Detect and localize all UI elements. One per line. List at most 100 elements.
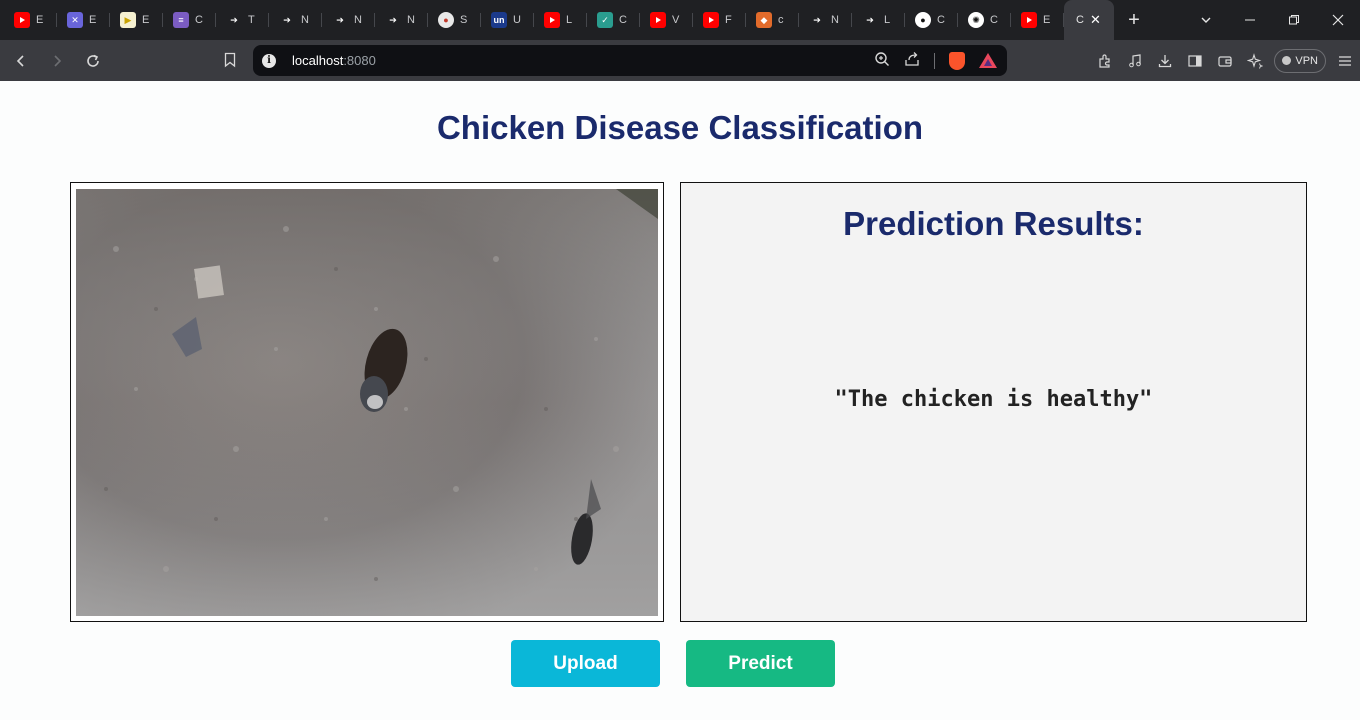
browser-tab[interactable]: ● C xyxy=(905,0,958,40)
site-info-icon[interactable]: i xyxy=(262,53,276,68)
upload-button[interactable]: Upload xyxy=(511,640,660,687)
tab-label: C xyxy=(195,14,203,26)
url-text[interactable]: localhost:8080 xyxy=(292,53,376,68)
bookmark-icon[interactable] xyxy=(221,50,239,70)
flame-icon: ◆ xyxy=(756,12,772,28)
arrow-logo-icon: ➔ xyxy=(389,14,397,25)
tab-label: F xyxy=(725,14,732,26)
predict-button[interactable]: Predict xyxy=(686,640,835,687)
tab-label: U xyxy=(513,14,521,26)
tab-label: L xyxy=(884,14,891,26)
new-tab-icon[interactable]: + xyxy=(1114,0,1154,40)
menu-icon[interactable] xyxy=(1330,46,1360,76)
tab-label: N xyxy=(831,14,839,26)
youtube-icon xyxy=(650,12,666,28)
arrow-logo-icon: ➔ xyxy=(230,14,238,25)
browser-tab[interactable]: ≡ C xyxy=(163,0,216,40)
browser-tab[interactable]: ▶ E xyxy=(110,0,163,40)
tab-label: C xyxy=(619,14,627,26)
address-bar[interactable]: i localhost:8080 xyxy=(253,45,1007,76)
sidebar-icon[interactable] xyxy=(1180,46,1210,76)
vpn-status-icon xyxy=(1282,56,1292,65)
minimize-icon[interactable] xyxy=(1228,0,1272,40)
browser-toolbar: i localhost:8080 VPN xyxy=(0,40,1360,81)
youtube-icon xyxy=(544,12,560,28)
tab-label: E xyxy=(89,14,97,26)
forward-icon[interactable] xyxy=(42,46,72,76)
panda-icon: ● xyxy=(438,12,454,28)
browser-tab[interactable]: E xyxy=(4,0,57,40)
youtube-icon xyxy=(14,12,30,28)
vpn-button[interactable]: VPN xyxy=(1274,48,1326,73)
url-host: localhost xyxy=(292,53,344,68)
toolbar-right-tools: VPN xyxy=(1090,40,1360,81)
arrow-logo-icon: ➔ xyxy=(866,14,874,25)
url-port: :8080 xyxy=(343,53,376,68)
download-icon[interactable] xyxy=(1150,46,1180,76)
check-circle-icon: ✓ xyxy=(597,12,613,28)
browser-tab[interactable]: ➔ N xyxy=(269,0,322,40)
brave-rewards-icon[interactable] xyxy=(979,53,997,68)
browser-tab[interactable]: ➔ N xyxy=(799,0,852,40)
prediction-output: "The chicken is healthy" xyxy=(834,387,1153,412)
browser-tab[interactable]: V xyxy=(640,0,693,40)
youtube-icon xyxy=(703,12,719,28)
tab-label: N xyxy=(354,14,362,26)
uploaded-chicken-image xyxy=(76,189,658,616)
browser-tab[interactable]: ◆ c xyxy=(746,0,799,40)
browser-tab[interactable]: ➔ N xyxy=(322,0,375,40)
address-bar-actions xyxy=(874,45,997,76)
tab-label: E xyxy=(142,14,150,26)
arrow-logo-icon: ➔ xyxy=(813,14,821,25)
tab-label: C xyxy=(990,14,998,26)
wallet-icon[interactable] xyxy=(1210,46,1240,76)
omnibox-divider xyxy=(934,52,935,69)
tab-label: N xyxy=(407,14,415,26)
browser-tab[interactable]: un U xyxy=(481,0,534,40)
browser-tab[interactable]: L xyxy=(534,0,587,40)
browser-tab[interactable]: E xyxy=(1011,0,1064,40)
active-browser-tab[interactable]: C ✕ xyxy=(1064,0,1114,40)
browser-tab[interactable]: ✺ C xyxy=(958,0,1011,40)
tab-label: c xyxy=(778,14,784,26)
zoom-icon[interactable] xyxy=(874,51,890,70)
tab-label: N xyxy=(301,14,309,26)
un-logo-icon: un xyxy=(491,12,507,28)
excalidraw-icon: ✕ xyxy=(67,12,83,28)
tab-label: E xyxy=(1043,14,1051,26)
openai-icon: ✺ xyxy=(968,12,984,28)
tab-list: E ✕ E ▶ E ≡ C ➔ T ➔ N ➔ N ➔ N ● Sun U L ✓ C V F ◆ c ➔ N ➔ L ● C ✺ C E C ✕ + xyxy=(0,0,1154,40)
image-preview-panel xyxy=(70,182,664,622)
tab-label: S xyxy=(460,14,468,26)
restore-icon[interactable] xyxy=(1272,0,1316,40)
close-window-icon[interactable] xyxy=(1316,0,1360,40)
share-icon[interactable] xyxy=(904,51,920,70)
close-tab-icon[interactable]: ✕ xyxy=(1090,12,1101,28)
browser-tab[interactable]: ➔ N xyxy=(375,0,428,40)
vpn-label: VPN xyxy=(1295,54,1318,67)
tab-label: V xyxy=(672,14,680,26)
arrow-logo-icon: ➔ xyxy=(283,14,291,25)
tab-label: L xyxy=(566,14,573,26)
browser-tab[interactable]: F xyxy=(693,0,746,40)
github-icon: ● xyxy=(915,12,931,28)
extensions-icon[interactable] xyxy=(1090,46,1120,76)
results-heading: Prediction Results: xyxy=(843,205,1144,242)
music-icon[interactable] xyxy=(1120,46,1150,76)
tab-search-icon[interactable] xyxy=(1184,0,1228,40)
reload-icon[interactable] xyxy=(78,46,108,76)
tab-label: T xyxy=(248,14,255,26)
browser-tab-strip: E ✕ E ▶ E ≡ C ➔ T ➔ N ➔ N ➔ N ● Sun U L ✓ C V F ◆ c ➔ N ➔ L ● C ✺ C E C ✕ + xyxy=(0,0,1360,40)
prediction-results-panel: Prediction Results: "The chicken is heal… xyxy=(680,182,1307,622)
back-icon[interactable] xyxy=(6,46,36,76)
page-title: Chicken Disease Classification xyxy=(436,109,924,146)
browser-tab[interactable]: ✓ C xyxy=(587,0,640,40)
browser-tab[interactable]: ✕ E xyxy=(57,0,110,40)
browser-tab[interactable]: ➔ L xyxy=(852,0,905,40)
browser-tab[interactable]: ● S xyxy=(428,0,481,40)
tab-label: E xyxy=(36,14,44,26)
arrow-logo-icon: ➔ xyxy=(336,14,344,25)
leo-ai-icon[interactable] xyxy=(1240,46,1270,76)
brave-shields-icon[interactable] xyxy=(949,51,965,70)
browser-tab[interactable]: ➔ T xyxy=(216,0,269,40)
